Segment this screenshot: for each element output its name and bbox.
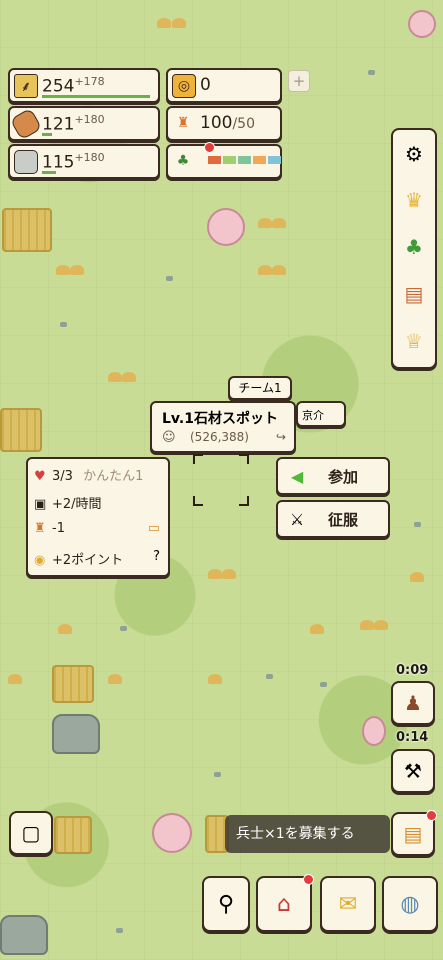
conquer-label: 征服 bbox=[328, 511, 359, 529]
cherry-tree bbox=[152, 813, 192, 853]
smiley-icon: ☺ bbox=[162, 430, 176, 445]
scroll-icon[interactable]: ▤ bbox=[400, 280, 428, 308]
soldier-icon: ♟ bbox=[404, 691, 422, 715]
add-coin-button[interactable]: + bbox=[288, 70, 310, 92]
scroll-icon: ▤ bbox=[403, 822, 423, 846]
recruit-timer: 0:09 bbox=[396, 663, 429, 678]
spot-title: Lv.1石材スポット bbox=[162, 411, 278, 427]
shop-icon: ⌂ bbox=[277, 891, 291, 917]
join-button[interactable]: ◀ 参加 bbox=[276, 457, 390, 495]
soldier-icon: ♜ bbox=[176, 115, 190, 131]
side-menu: ⚙ ♛ ♣ ▤ ♕ bbox=[391, 128, 437, 369]
recruit-button[interactable]: ♟ bbox=[391, 681, 435, 725]
cherry-tree bbox=[408, 10, 436, 38]
speech-bubble-icon: ▢ bbox=[21, 821, 41, 845]
player-name: 京介 bbox=[296, 401, 346, 427]
medal-icon: ◉ bbox=[34, 553, 46, 568]
wheat-bonus: +178 bbox=[74, 75, 105, 88]
army-resource[interactable]: ♜ 100/50 bbox=[166, 106, 282, 141]
recruit-toast: 兵士×1を募集する bbox=[225, 815, 390, 853]
wood-bonus: +180 bbox=[74, 113, 105, 126]
hearts-value: 3/3 bbox=[52, 469, 73, 484]
settings-icon[interactable]: ⚙ bbox=[400, 140, 428, 168]
hay-bale bbox=[0, 408, 42, 452]
wood-resource[interactable]: 121+180 bbox=[8, 106, 160, 141]
wheat-icon: ⸙ bbox=[14, 74, 38, 98]
arrow-left-icon: ◀ bbox=[290, 466, 304, 486]
forge-button[interactable]: ⚒ bbox=[391, 749, 435, 793]
notification-dot bbox=[426, 810, 437, 821]
map-icon: ⚲ bbox=[217, 891, 235, 917]
spot-info-card: ♥ 3/3 かんたん1 ▣ +2/時間 ♜ -1 ▭ ◉ +2ポイント ? bbox=[26, 457, 170, 577]
team-label: チーム1 bbox=[228, 376, 292, 400]
points-value: +2ポイント bbox=[52, 553, 124, 568]
army-max: /50 bbox=[232, 116, 255, 132]
hay-bale bbox=[52, 665, 94, 703]
potted-plant-icon: ♣ bbox=[176, 153, 190, 169]
stone-icon bbox=[14, 150, 38, 174]
hay-bale bbox=[54, 816, 92, 854]
community-button[interactable]: ◍ bbox=[382, 876, 438, 932]
stone-value: 115 bbox=[42, 152, 75, 173]
map-button[interactable]: ⚲ bbox=[202, 876, 250, 932]
conquer-button[interactable]: ⚔ 征服 bbox=[276, 500, 390, 538]
share-icon[interactable]: ↪ bbox=[276, 430, 286, 444]
coin-value: 0 bbox=[200, 75, 211, 95]
soldier-icon: ♜ bbox=[34, 521, 46, 536]
chest-icon: ▭ bbox=[147, 521, 160, 536]
notification-dot bbox=[303, 874, 314, 885]
crossed-swords-icon: ⚔ bbox=[289, 509, 305, 529]
spot-card[interactable]: Lv.1石材スポット ☺ (526,388) ↪ bbox=[150, 401, 296, 453]
shop-button[interactable]: ⌂ bbox=[256, 874, 314, 932]
hay-bale bbox=[2, 208, 52, 252]
trophy-icon[interactable]: ♕ bbox=[400, 327, 428, 355]
stone-icon: ▣ bbox=[34, 497, 47, 512]
rock bbox=[0, 915, 48, 955]
selection-corner bbox=[193, 454, 203, 464]
stone-resource[interactable]: 115+180 bbox=[8, 144, 160, 179]
cactus-icon[interactable]: ♣ bbox=[400, 233, 428, 261]
wheat-resource[interactable]: ⸙ 254+178 bbox=[8, 68, 160, 103]
spot-coordinates: (526,388) bbox=[190, 430, 249, 444]
heart-icon: ♥ bbox=[34, 469, 46, 484]
quest-button[interactable]: ▤ bbox=[391, 810, 437, 856]
rock bbox=[52, 714, 100, 754]
selection-corner bbox=[239, 496, 249, 506]
join-label: 参加 bbox=[328, 468, 359, 486]
cherry-tree bbox=[362, 716, 386, 746]
stone-bonus: +180 bbox=[74, 151, 105, 164]
mail-icon: ✉ bbox=[338, 891, 358, 917]
hero-bust-icon[interactable]: ♛ bbox=[400, 186, 428, 214]
log-icon bbox=[9, 107, 43, 141]
difficulty-label: かんたん1 bbox=[83, 469, 144, 484]
notification-dot bbox=[204, 142, 215, 153]
production-value: +2/時間 bbox=[52, 497, 102, 512]
wood-value: 121 bbox=[42, 114, 75, 135]
troops-value: -1 bbox=[52, 521, 65, 536]
hammer-icon: ⚒ bbox=[404, 759, 422, 783]
chat-icon: ◍ bbox=[400, 891, 420, 917]
forge-timer: 0:14 bbox=[396, 730, 429, 745]
selection-corner bbox=[193, 496, 203, 506]
mail-button[interactable]: ✉ bbox=[320, 876, 376, 932]
coin-icon: ◎ bbox=[172, 74, 196, 98]
selection-corner bbox=[239, 454, 249, 464]
cherry-tree bbox=[207, 208, 245, 246]
army-value: 100 bbox=[200, 113, 233, 133]
chat-button[interactable]: ▢ bbox=[9, 811, 53, 855]
plant-resource[interactable]: ♣ bbox=[166, 142, 282, 179]
wheat-value: 254 bbox=[42, 76, 75, 97]
color-slots bbox=[208, 156, 281, 164]
coin-resource[interactable]: ◎ 0 bbox=[166, 68, 282, 103]
help-icon[interactable]: ? bbox=[153, 549, 160, 564]
